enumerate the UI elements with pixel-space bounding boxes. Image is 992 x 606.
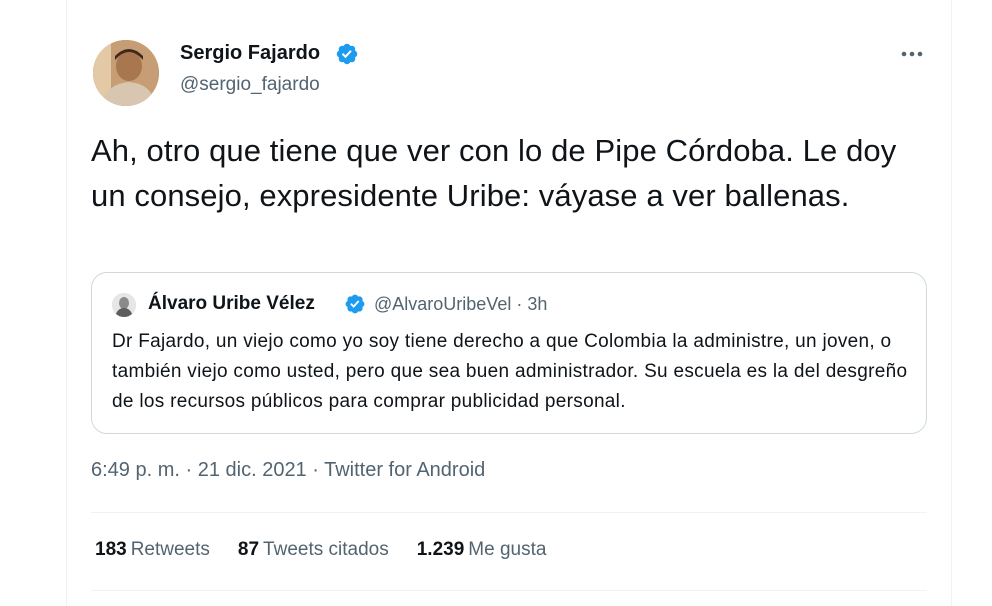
quoted-author-handle: @AlvaroUribeVel	[374, 294, 512, 314]
quotes-count: 87	[237, 539, 260, 560]
likes-count: 1.239	[416, 539, 465, 560]
retweets-count: 183	[95, 539, 127, 560]
more-options-icon	[901, 51, 923, 57]
quoted-author-name: Álvaro Uribe Vélez	[148, 293, 315, 314]
quoted-verified-badge-icon	[345, 294, 365, 314]
quoted-author-avatar	[112, 293, 136, 317]
tweet-card: Sergio Fajardo @sergio_fajardo Ah, otro …	[66, 0, 952, 606]
author-avatar[interactable]	[93, 40, 159, 106]
author-name[interactable]: Sergio Fajardo	[180, 42, 320, 65]
author-handle[interactable]: @sergio_fajardo	[180, 74, 320, 96]
tweet-text: Ah, otro que tiene que ver con lo de Pip…	[91, 133, 897, 213]
likes-label: Me gusta	[468, 539, 547, 560]
quotes-label: Tweets citados	[263, 539, 389, 560]
tweet-stats: 183 Retweets 87 Tweets citados 1.239 Me gus…	[95, 539, 546, 561]
quotes-stat[interactable]: 87 Tweets citados	[238, 539, 389, 561]
verified-badge-icon	[336, 43, 358, 65]
likes-stat[interactable]: 1.239 Me gusta	[417, 539, 547, 561]
author-avatar-image	[93, 40, 159, 106]
quoted-tweet-time: 3h	[527, 294, 548, 314]
tweet-timestamp[interactable]: 6:49 p. m. · 21 dic. 2021 · Twitter for …	[91, 459, 485, 482]
quoted-tweet-text: Dr Fajardo, un viejo como yo soy tiene d…	[112, 331, 908, 412]
retweets-stat[interactable]: 183 Retweets	[95, 539, 210, 561]
retweets-label: Retweets	[130, 539, 210, 560]
more-options-button[interactable]	[889, 38, 935, 70]
divider	[91, 512, 927, 513]
meta-separator: ·	[516, 294, 523, 314]
divider	[91, 590, 927, 591]
quoted-author-avatar-image	[112, 293, 136, 317]
quoted-author-meta: @AlvaroUribeVel · 3h	[374, 294, 547, 315]
quoted-tweet[interactable]: Álvaro Uribe Vélez @AlvaroUribeVel · 3h …	[91, 272, 927, 434]
